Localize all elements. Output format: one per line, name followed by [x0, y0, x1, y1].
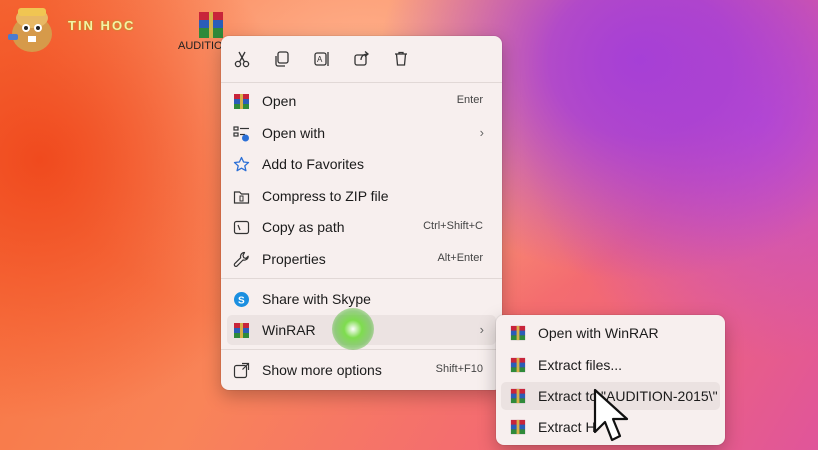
cut-icon[interactable]: [229, 46, 255, 72]
star-icon: [233, 156, 250, 172]
logo-text: TIN HOC: [68, 18, 136, 33]
menu-item-copy-as-path[interactable]: Copy as path Ctrl+Shift+C: [227, 212, 496, 242]
submenu-item-label: Extract files...: [538, 357, 623, 373]
shortcut-text: Enter: [456, 94, 483, 106]
click-indicator: [332, 308, 374, 350]
more-options-icon: [233, 362, 250, 379]
menu-item-compress-zip[interactable]: Compress to ZIP file: [227, 181, 496, 211]
winrar-icon: [234, 323, 249, 338]
copy-path-icon: [233, 220, 250, 235]
menu-item-label: Add to Favorites: [262, 156, 364, 172]
open-with-icon: [233, 126, 249, 142]
chevron-right-icon: ›: [479, 125, 484, 140]
menu-item-properties[interactable]: Properties Alt+Enter: [227, 244, 496, 274]
menu-item-label: Open with: [262, 125, 326, 141]
menu-item-open[interactable]: Open Enter: [227, 86, 496, 116]
shortcut-text: Shift+F10: [435, 363, 483, 375]
svg-text:S: S: [238, 296, 245, 307]
menu-item-show-more-options[interactable]: Show more options Shift+F10: [227, 355, 496, 385]
shortcut-text: Ctrl+Shift+C: [423, 220, 483, 232]
winrar-archive-icon[interactable]: [196, 10, 226, 40]
menu-item-label: WinRAR: [262, 322, 316, 338]
submenu-item-label: Extract H: [538, 419, 596, 435]
winrar-icon: [510, 419, 526, 435]
menu-separator: [221, 82, 502, 83]
wrench-icon: [233, 251, 249, 267]
winrar-icon: [234, 94, 249, 109]
submenu-item-open-with-winrar[interactable]: Open with WinRAR: [501, 319, 720, 347]
submenu-item-label: Open with WinRAR: [538, 325, 659, 341]
desktop-icon-label[interactable]: AUDITIO: [178, 40, 223, 52]
winrar-icon: [510, 325, 526, 341]
menu-item-label: Copy as path: [262, 219, 345, 235]
menu-item-label: Open: [262, 93, 297, 109]
menu-item-label: Share with Skype: [262, 291, 371, 307]
rename-icon[interactable]: A: [309, 46, 335, 72]
menu-item-label: Properties: [262, 251, 326, 267]
copy-icon[interactable]: [269, 46, 295, 72]
context-toolbar: A: [221, 46, 502, 74]
beaver-logo-icon: [8, 8, 52, 52]
shortcut-text: Alt+Enter: [437, 252, 483, 264]
zip-icon: [233, 191, 250, 204]
share-icon[interactable]: [349, 46, 375, 72]
menu-item-label: Compress to ZIP file: [262, 188, 389, 204]
winrar-icon: [510, 357, 526, 373]
skype-icon: S: [234, 292, 249, 307]
menu-separator: [221, 349, 502, 350]
mouse-pointer-icon: [593, 388, 629, 442]
menu-item-add-to-favorites[interactable]: Add to Favorites: [227, 149, 496, 179]
svg-text:A: A: [317, 55, 323, 64]
chevron-right-icon: ›: [479, 322, 484, 337]
menu-separator: [221, 278, 502, 279]
menu-item-open-with[interactable]: Open with ›: [227, 118, 496, 148]
menu-item-label: Show more options: [262, 362, 382, 378]
delete-icon[interactable]: [388, 46, 414, 72]
winrar-icon: [510, 388, 526, 404]
submenu-item-extract-files[interactable]: Extract files...: [501, 351, 720, 379]
